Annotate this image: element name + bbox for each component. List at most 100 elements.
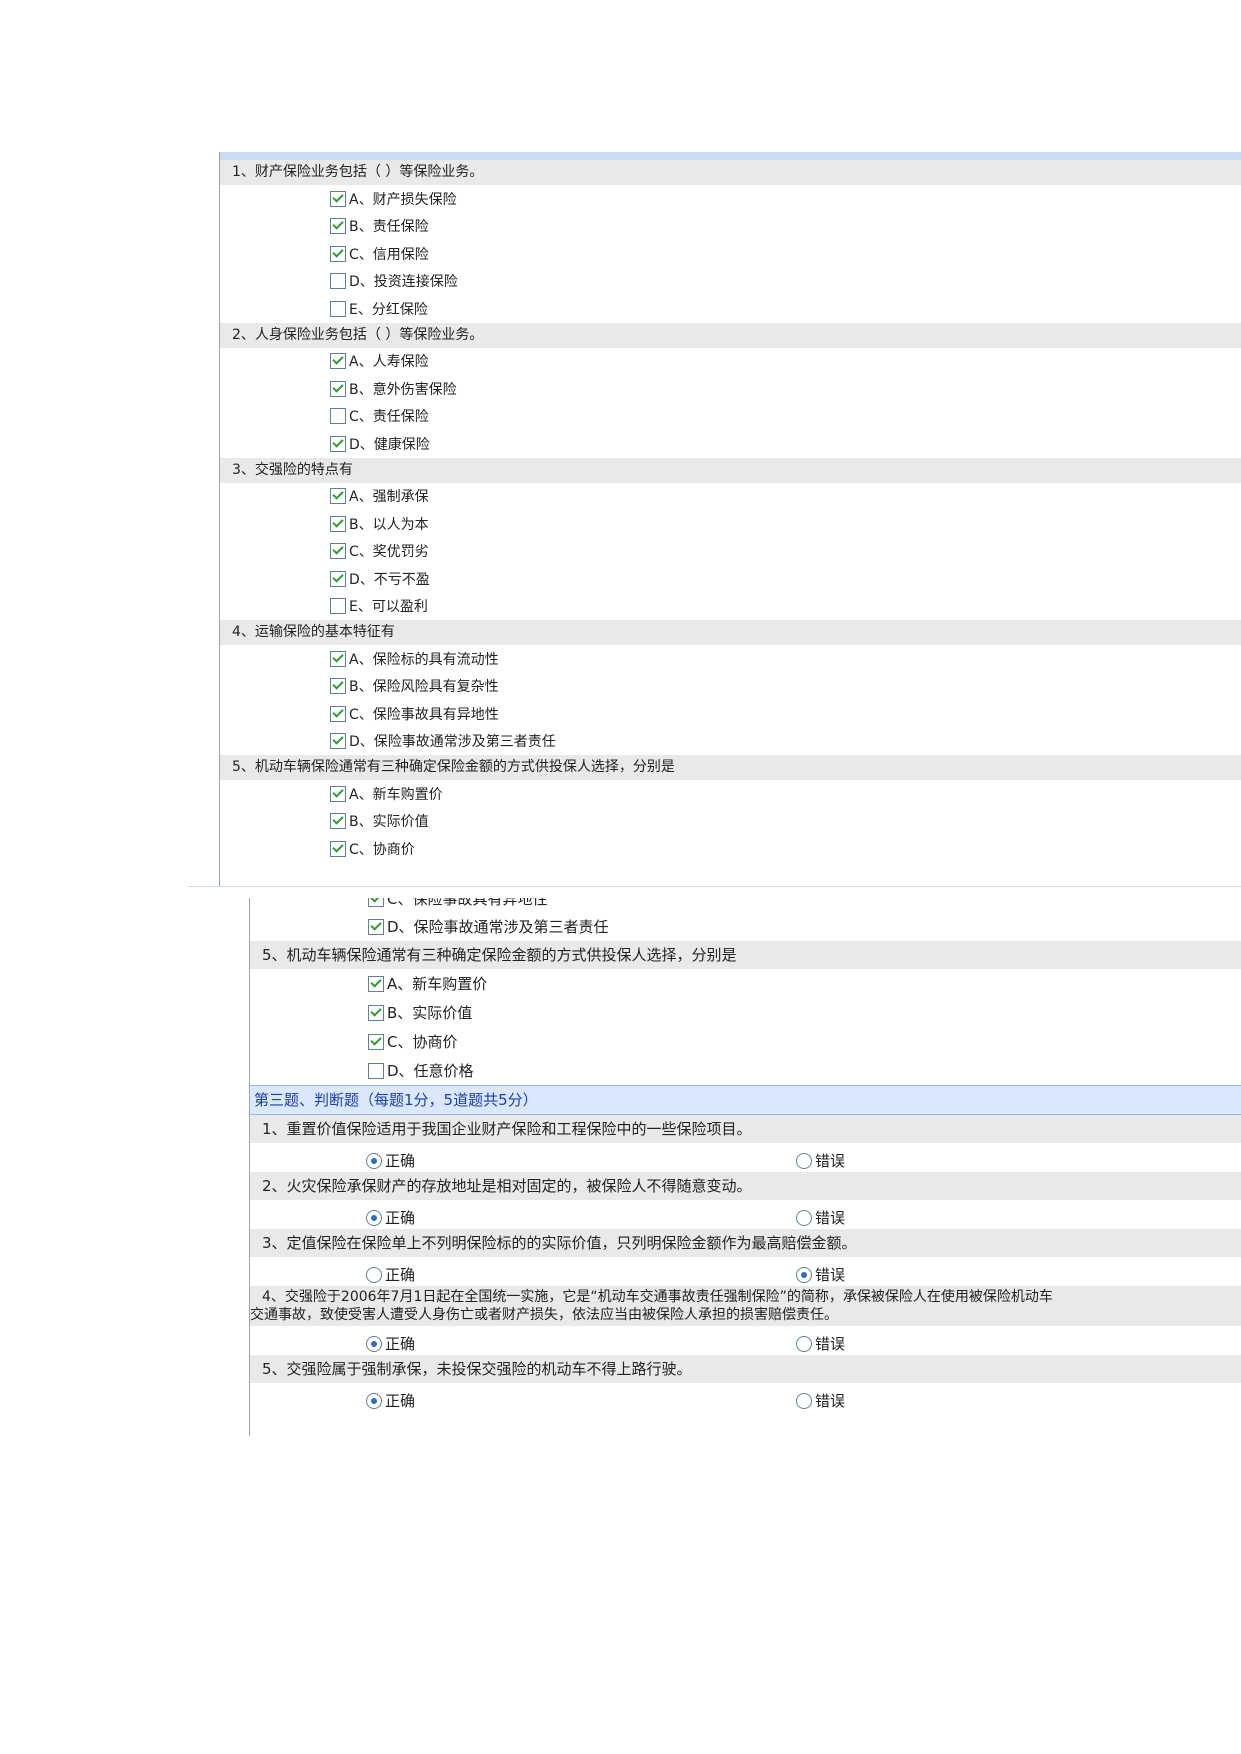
radio-label: 错误 xyxy=(815,1266,846,1284)
option-row: B、实际价值 xyxy=(220,808,1241,836)
option-row: E、可以盈利 xyxy=(220,593,1241,621)
question-row: 5、机动车辆保险通常有三种确定保险金额的方式供投保人选择，分别是 xyxy=(250,941,1241,969)
checkbox[interactable] xyxy=(330,570,346,587)
checkbox[interactable] xyxy=(330,785,346,802)
judgment-text-cont: 交通事故，致使受害人遭受人身伤亡或者财产损失，依法应当由被保险人承担的损害赔偿责… xyxy=(250,1307,838,1323)
checkbox[interactable] xyxy=(330,705,346,722)
option-row: A、人寿保险 xyxy=(220,348,1241,376)
checkbox[interactable] xyxy=(330,435,346,452)
checkbox[interactable] xyxy=(330,840,346,857)
radio-circle[interactable] xyxy=(366,1152,382,1169)
checkbox[interactable] xyxy=(330,190,346,207)
radio-false[interactable]: 错误 xyxy=(796,1264,845,1285)
radio-circle[interactable] xyxy=(366,1266,382,1283)
option-label: E、可以盈利 xyxy=(349,599,428,616)
checkbox[interactable] xyxy=(368,1062,384,1079)
judgment-question: 2、火灾保险承保财产的存放地址是相对固定的，被保险人不得随意变动。 xyxy=(250,1172,1241,1200)
option-label: A、保险标的具有流动性 xyxy=(349,651,499,668)
checkbox[interactable] xyxy=(368,975,384,992)
radio-true[interactable]: 正确 xyxy=(366,1333,415,1354)
radio-label: 正确 xyxy=(385,1392,416,1410)
checkbox[interactable] xyxy=(368,1004,384,1021)
option-label: D、投资连接保险 xyxy=(349,274,458,291)
radio-circle[interactable] xyxy=(366,1392,382,1409)
radio-false[interactable]: 错误 xyxy=(796,1390,845,1411)
option-label: B、实际价值 xyxy=(387,1004,473,1022)
option-label: C、信用保险 xyxy=(349,246,429,263)
judgment-question: 3、定值保险在保险单上不列明保险标的的实际价值，只列明保险金额作为最高赔偿金额。 xyxy=(250,1229,1241,1257)
radio-circle[interactable] xyxy=(366,1209,382,1226)
answer-row: 正确 错误 xyxy=(250,1326,1241,1355)
checkbox[interactable] xyxy=(330,678,346,695)
checkbox[interactable] xyxy=(330,300,346,317)
checkbox[interactable] xyxy=(368,1033,384,1050)
option-list: A、新车购置价 B、实际价值 C、协商价 D、任意价格 xyxy=(250,969,1241,1085)
radio-false[interactable]: 错误 xyxy=(796,1150,845,1171)
radio-true[interactable]: 正确 xyxy=(366,1390,415,1411)
option-label: A、财产损失保险 xyxy=(349,191,457,208)
checkbox[interactable] xyxy=(330,650,346,667)
option-label: C、保险事故具有异地性 xyxy=(387,898,548,908)
radio-false[interactable]: 错误 xyxy=(796,1333,845,1354)
radio-circle[interactable] xyxy=(796,1392,812,1409)
checkbox[interactable] xyxy=(330,543,346,560)
option-row: D、保险事故通常涉及第三者责任 xyxy=(250,912,1241,941)
radio-true[interactable]: 正确 xyxy=(366,1264,415,1285)
radio-false[interactable]: 错误 xyxy=(796,1207,845,1228)
checkbox[interactable] xyxy=(330,813,346,830)
radio-label: 错误 xyxy=(815,1152,846,1170)
option-row: D、投资连接保险 xyxy=(220,268,1241,296)
option-row: B、保险风险具有复杂性 xyxy=(220,673,1241,701)
checkbox[interactable] xyxy=(368,918,384,935)
radio-circle[interactable] xyxy=(796,1266,812,1283)
question-row: 4、运输保险的基本特征有 xyxy=(220,620,1241,645)
radio-true[interactable]: 正确 xyxy=(366,1207,415,1228)
checkbox[interactable] xyxy=(330,733,346,750)
option-label: B、实际价值 xyxy=(349,814,429,831)
judgment-question: 5、交强险属于强制承保，未投保交强险的机动车不得上路行驶。 xyxy=(250,1355,1241,1383)
section-title: 第三题、判断题（每题1分，5道题共5分） xyxy=(250,1085,1241,1115)
radio-circle[interactable] xyxy=(796,1209,812,1226)
option-row: A、保险标的具有流动性 xyxy=(220,645,1241,673)
radio-circle[interactable] xyxy=(796,1152,812,1169)
option-label: A、新车购置价 xyxy=(387,975,488,993)
checkbox[interactable] xyxy=(330,598,346,615)
radio-label: 正确 xyxy=(385,1266,416,1284)
radio-true[interactable]: 正确 xyxy=(366,1150,415,1171)
checkbox[interactable] xyxy=(368,898,384,907)
option-row: A、新车购置价 xyxy=(220,780,1241,808)
option-row: A、新车购置价 xyxy=(250,969,1241,998)
option-label: C、协商价 xyxy=(349,841,415,858)
question-row: 5、机动车辆保险通常有三种确定保险金额的方式供投保人选择，分别是 xyxy=(220,755,1241,780)
option-label: D、任意价格 xyxy=(387,1062,474,1080)
checkbox[interactable] xyxy=(330,380,346,397)
judgment-question: 1、重置价值保险适用于我国企业财产保险和工程保险中的一些保险项目。 xyxy=(250,1115,1241,1143)
question-row: 2、人身保险业务包括（ ）等保险业务。 xyxy=(220,322,1241,348)
section-title-text: 第三题、判断题（每题1分，5道题共5分） xyxy=(254,1091,538,1109)
question-list: 1、财产保险业务包括（ ）等保险业务。 A、财产损失保险 B、责任保险 C、信用保险 D… xyxy=(220,160,1241,863)
option-label: C、奖优罚劣 xyxy=(349,544,429,561)
checkbox[interactable] xyxy=(330,245,346,262)
checkbox[interactable] xyxy=(330,515,346,532)
radio-label: 错误 xyxy=(815,1335,846,1353)
top-bar xyxy=(220,152,1241,160)
option-label: B、以人为本 xyxy=(349,516,429,533)
option-row: D、任意价格 xyxy=(250,1056,1241,1085)
radio-circle[interactable] xyxy=(796,1335,812,1352)
checkbox[interactable] xyxy=(330,408,346,425)
option-row: B、意外伤害保险 xyxy=(220,375,1241,403)
checkbox[interactable] xyxy=(330,218,346,235)
checkbox[interactable] xyxy=(330,353,346,370)
option-label: E、分红保险 xyxy=(349,301,428,318)
judgment-question: 4、交强险于2006年7月1日起在全国统一实施，它是“机动车交通事故责任强制保险… xyxy=(250,1286,1241,1326)
divider xyxy=(188,886,1241,887)
option-row: C、奖优罚劣 xyxy=(220,538,1241,566)
checkbox[interactable] xyxy=(330,488,346,505)
question-row: 3、交强险的特点有 xyxy=(220,457,1241,483)
question-row: 1、财产保险业务包括（ ）等保险业务。 xyxy=(220,160,1241,185)
radio-circle[interactable] xyxy=(366,1335,382,1352)
checkbox[interactable] xyxy=(330,273,346,290)
option-row: C、协商价 xyxy=(250,1027,1241,1056)
option-label: D、健康保险 xyxy=(349,436,430,453)
answer-row: 正确 错误 xyxy=(250,1200,1241,1229)
